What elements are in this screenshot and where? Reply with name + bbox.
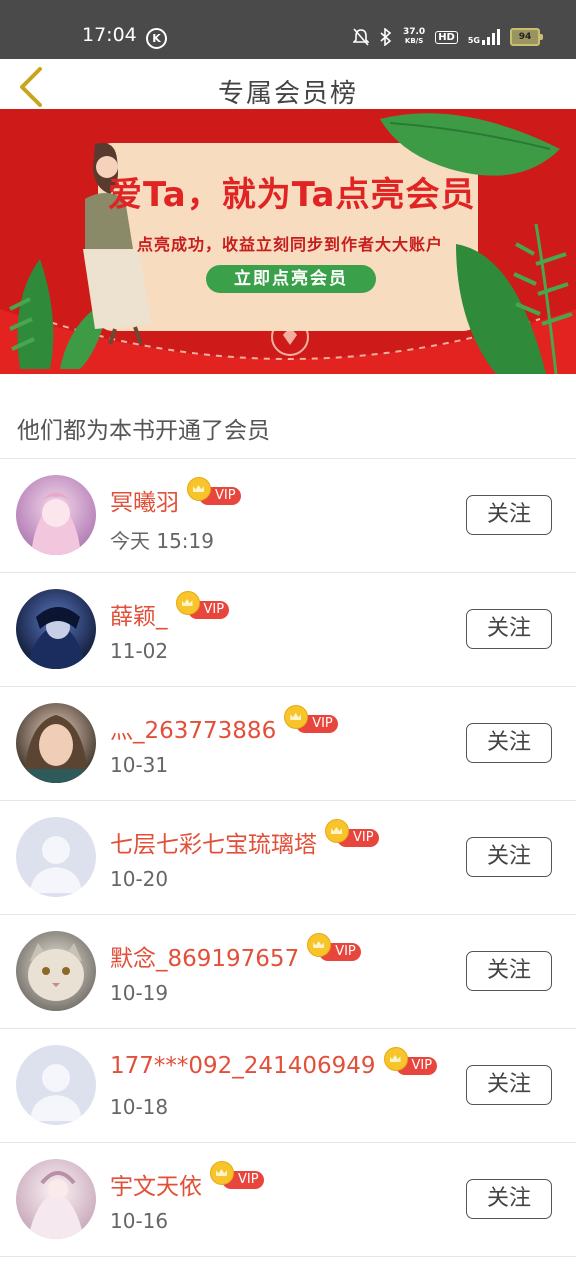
avatar[interactable] bbox=[16, 817, 96, 897]
promo-banner[interactable]: 爱Ta，就为Ta点亮会员 点亮成功，收益立刻同步到作者大大账户 立即点亮会员 bbox=[0, 109, 576, 374]
follow-button[interactable]: 关注 bbox=[466, 609, 552, 649]
member-date: 今天 15:19 bbox=[110, 529, 214, 553]
avatar[interactable] bbox=[16, 703, 96, 783]
vip-badge: VIP bbox=[284, 705, 338, 733]
follow-button[interactable]: 关注 bbox=[466, 1065, 552, 1105]
member-date: 10-18 bbox=[110, 1095, 169, 1119]
member-name-line: 宇文天依 VIP bbox=[110, 1161, 264, 1201]
member-name[interactable]: 七层七彩七宝琉璃塔 bbox=[110, 832, 317, 858]
bluetooth-icon bbox=[380, 28, 392, 46]
member-row[interactable]: 宇文天依 VIP 10-16 关注 bbox=[0, 1143, 576, 1257]
member-row[interactable]: 默念_869197657 VIP 10-19 关注 bbox=[0, 915, 576, 1029]
crown-icon bbox=[325, 819, 349, 843]
crown-icon bbox=[187, 477, 211, 501]
member-date: 10-19 bbox=[110, 981, 169, 1005]
network-speed-value: 37.0 bbox=[402, 27, 426, 37]
member-list: 冥曦羽 VIP 今天 15:19 关注 薛颖_ VIP 11-02 关注 灬_263773886… bbox=[0, 459, 576, 1257]
banner-title: 爱Ta，就为Ta点亮会员 bbox=[108, 175, 476, 215]
member-row[interactable]: 灬_263773886 VIP 10-31 关注 bbox=[0, 687, 576, 801]
crown-icon bbox=[383, 1047, 408, 1071]
signal-label: 5G bbox=[467, 36, 480, 45]
member-name[interactable]: 薛颖_ bbox=[110, 604, 168, 630]
member-name[interactable]: 177***092_241406949 bbox=[110, 1053, 376, 1079]
battery-icon: 94 bbox=[510, 28, 543, 46]
member-date: 10-20 bbox=[110, 867, 169, 891]
avatar[interactable] bbox=[16, 589, 96, 669]
member-name-line: 灬_263773886 VIP bbox=[110, 705, 338, 745]
member-date: 10-16 bbox=[110, 1209, 169, 1233]
banner-subtitle: 点亮成功，收益立刻同步到作者大大账户 bbox=[137, 235, 444, 254]
network-speed: 37.0 KB/S bbox=[403, 28, 425, 46]
avatar[interactable] bbox=[16, 475, 96, 555]
follow-button[interactable]: 关注 bbox=[466, 1179, 552, 1219]
member-row[interactable]: 七层七彩七宝琉璃塔 VIP 10-20 关注 bbox=[0, 801, 576, 915]
crown-icon bbox=[210, 1161, 234, 1185]
avatar[interactable] bbox=[16, 1159, 96, 1239]
member-name-line: 177***092_241406949 VIP bbox=[110, 1047, 438, 1079]
follow-button[interactable]: 关注 bbox=[466, 951, 552, 991]
follow-button[interactable]: 关注 bbox=[466, 837, 552, 877]
crown-icon bbox=[175, 591, 200, 615]
vip-badge: VIP bbox=[307, 933, 361, 961]
status-icons: 37.0 KB/S HD 5G 94 bbox=[352, 26, 543, 48]
nav-bar: 专属会员榜 bbox=[0, 59, 576, 109]
member-row[interactable]: 薛颖_ VIP 11-02 关注 bbox=[0, 573, 576, 687]
avatar[interactable] bbox=[16, 1045, 96, 1125]
member-name-line: 冥曦羽 VIP bbox=[110, 477, 241, 517]
status-bar: 17:04 K 37.0 KB/S HD 5G 94 bbox=[0, 0, 576, 59]
member-row[interactable]: 177***092_241406949 VIP 10-18 关注 bbox=[0, 1029, 576, 1143]
leaf-decor-right bbox=[456, 223, 573, 374]
section-title: 他们都为本书开通了会员 bbox=[17, 418, 270, 444]
member-name[interactable]: 宇文天依 bbox=[110, 1174, 202, 1200]
vip-badge: VIP bbox=[383, 1047, 438, 1075]
k-icon: K bbox=[146, 28, 167, 49]
member-date: 11-02 bbox=[110, 639, 169, 663]
vip-badge: VIP bbox=[210, 1161, 264, 1189]
follow-button[interactable]: 关注 bbox=[466, 723, 552, 763]
member-row[interactable]: 冥曦羽 VIP 今天 15:19 关注 bbox=[0, 459, 576, 573]
member-date: 10-31 bbox=[110, 753, 169, 777]
clock: 17:04 bbox=[82, 24, 137, 46]
vip-badge: VIP bbox=[175, 591, 230, 619]
member-name[interactable]: 灬_263773886 bbox=[110, 718, 276, 744]
section-header: 他们都为本书开通了会员 bbox=[0, 374, 576, 459]
page-title: 专属会员榜 bbox=[217, 79, 358, 109]
avatar[interactable] bbox=[16, 931, 96, 1011]
follow-button[interactable]: 关注 bbox=[466, 495, 552, 535]
light-up-member-button[interactable]: 立即点亮会员 bbox=[206, 265, 376, 293]
member-name[interactable]: 冥曦羽 bbox=[110, 490, 179, 516]
hd-icon: HD bbox=[435, 30, 458, 44]
member-name-line: 七层七彩七宝琉璃塔 VIP bbox=[110, 819, 379, 859]
member-name-line: 薛颖_ VIP bbox=[110, 591, 230, 631]
member-name[interactable]: 默念_869197657 bbox=[110, 946, 299, 972]
vip-badge: VIP bbox=[325, 819, 379, 847]
signal-icon: 5G bbox=[468, 29, 500, 45]
network-speed-unit: KB/S bbox=[404, 37, 424, 45]
mute-bell-icon bbox=[352, 28, 369, 46]
vip-badge: VIP bbox=[187, 477, 241, 505]
member-name-line: 默念_869197657 VIP bbox=[110, 933, 361, 973]
